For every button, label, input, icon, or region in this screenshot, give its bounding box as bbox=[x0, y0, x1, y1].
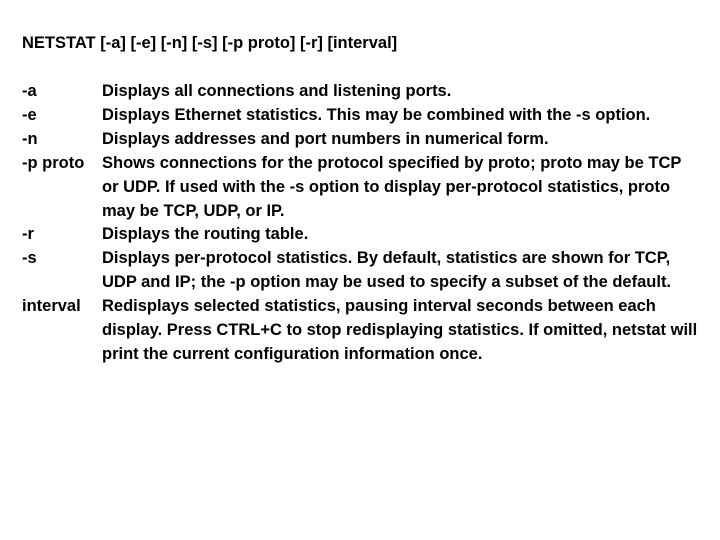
option-row: -r Displays the routing table. bbox=[22, 223, 698, 247]
option-flag: -r bbox=[22, 223, 102, 247]
option-desc: Displays addresses and port numbers in n… bbox=[102, 128, 698, 152]
netstat-help-doc: NETSTAT [-a] [-e] [-n] [-s] [-p proto] [… bbox=[0, 0, 720, 389]
option-flag: -s bbox=[22, 247, 102, 271]
option-row: -p proto Shows connections for the proto… bbox=[22, 152, 698, 224]
option-row: -a Displays all connections and listenin… bbox=[22, 80, 698, 104]
option-desc: Shows connections for the protocol speci… bbox=[102, 152, 698, 224]
options-list: -a Displays all connections and listenin… bbox=[22, 80, 698, 367]
option-row: -e Displays Ethernet statistics. This ma… bbox=[22, 104, 698, 128]
option-row: -n Displays addresses and port numbers i… bbox=[22, 128, 698, 152]
option-flag: interval bbox=[22, 295, 102, 319]
option-flag: -p proto bbox=[22, 152, 102, 176]
option-desc: Displays all connections and listening p… bbox=[102, 80, 698, 104]
option-desc: Displays per-protocol statistics. By def… bbox=[102, 247, 698, 295]
option-row: -s Displays per-protocol statistics. By … bbox=[22, 247, 698, 295]
option-desc: Displays the routing table. bbox=[102, 223, 698, 247]
option-flag: -a bbox=[22, 80, 102, 104]
option-flag: -n bbox=[22, 128, 102, 152]
option-flag: -e bbox=[22, 104, 102, 128]
usage-line: NETSTAT [-a] [-e] [-n] [-s] [-p proto] [… bbox=[22, 32, 698, 56]
option-desc: Displays Ethernet statistics. This may b… bbox=[102, 104, 698, 128]
option-desc: Redisplays selected statistics, pausing … bbox=[102, 295, 698, 367]
option-row: interval Redisplays selected statistics,… bbox=[22, 295, 698, 367]
